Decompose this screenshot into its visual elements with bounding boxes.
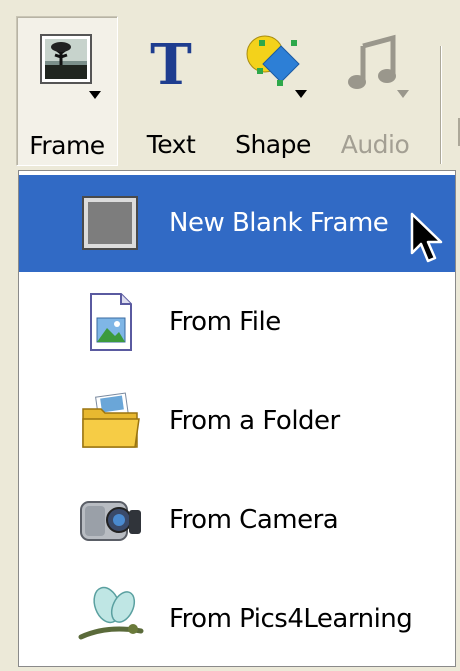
frame-dropdown-menu: New Blank Frame From File From a Folder … [18, 170, 456, 667]
menu-item-from-file[interactable]: From File [19, 274, 455, 371]
menu-item-from-camera[interactable]: From Camera [19, 472, 455, 569]
camera-icon [77, 486, 145, 554]
mouse-pointer-icon [409, 211, 445, 267]
menu-item-label: From Camera [169, 505, 339, 535]
menu-item-label: New Blank Frame [169, 208, 389, 238]
blank-frame-icon [77, 189, 145, 257]
menu-item-label: From Pics4Learning [169, 604, 413, 634]
text-label: Text [146, 130, 196, 159]
shape-icon [237, 24, 309, 112]
menu-item-label: From File [169, 307, 281, 337]
menu-item-from-pics4learning[interactable]: From Pics4Learning [19, 571, 455, 668]
svg-text:T: T [150, 32, 192, 98]
frame-photo-icon [31, 25, 103, 113]
audio-label: Audio [340, 130, 410, 159]
folder-icon [77, 387, 145, 455]
text-t-icon: T [135, 24, 207, 112]
shape-button[interactable]: Shape [226, 16, 320, 164]
audio-button[interactable]: Audio [332, 16, 418, 164]
text-button[interactable]: T Text [128, 16, 214, 164]
menu-item-new-blank-frame[interactable]: New Blank Frame [19, 175, 455, 272]
frame-button[interactable]: Frame [16, 16, 118, 166]
menu-item-label: From a Folder [169, 406, 340, 436]
dragonfly-icon [77, 585, 145, 653]
toolbar: Frame T Text Shape Audio [0, 0, 460, 170]
menu-item-from-a-folder[interactable]: From a Folder [19, 373, 455, 470]
image-file-icon [77, 288, 145, 356]
music-note-icon [339, 24, 411, 112]
toolbar-separator [440, 46, 441, 164]
frame-label: Frame [29, 131, 105, 160]
shape-label: Shape [235, 130, 311, 159]
